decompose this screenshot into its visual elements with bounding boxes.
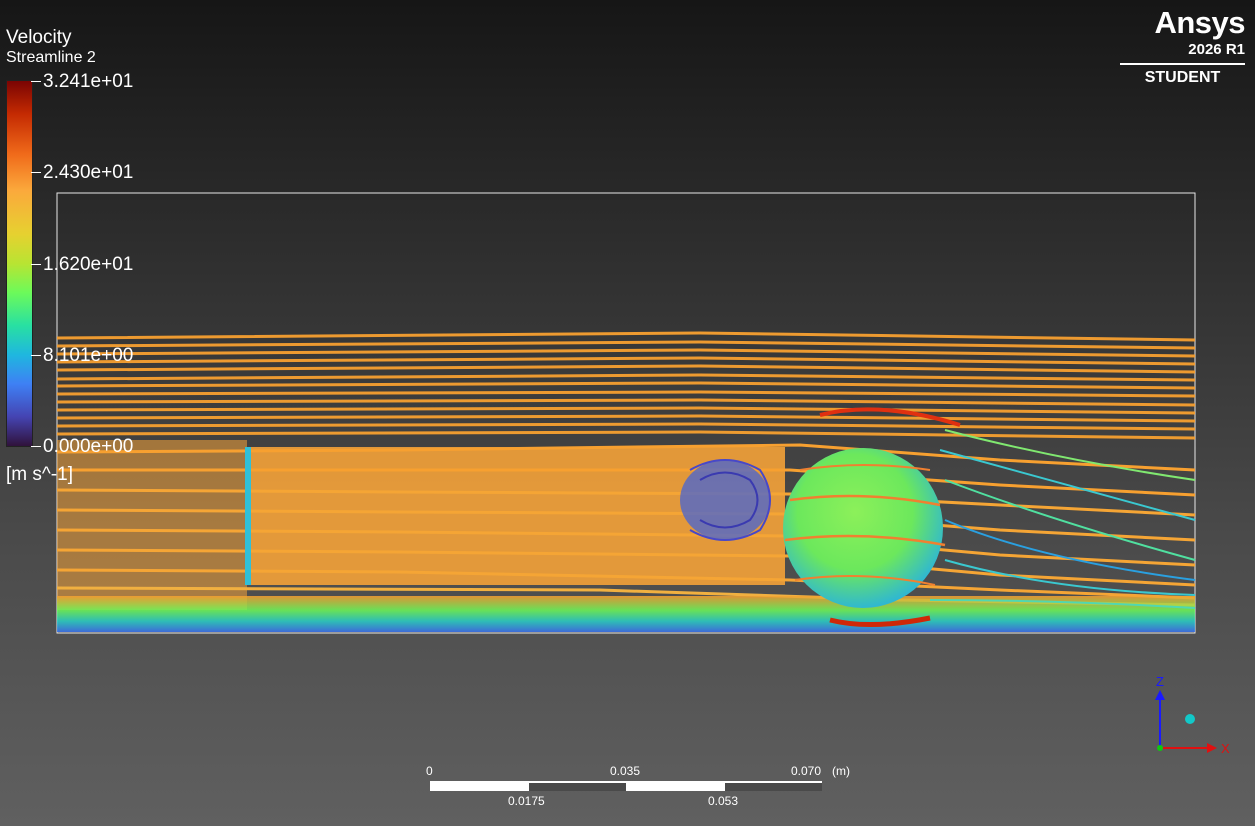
- sphere-body: [783, 448, 943, 608]
- origin-dot-icon: [1157, 745, 1163, 751]
- scale-label-070: 0.070: [791, 764, 822, 778]
- brand-divider: [1120, 63, 1245, 65]
- legend-tick: [31, 264, 41, 265]
- scale-label-0: 0: [426, 764, 433, 778]
- axis-triad[interactable]: Z X: [1140, 670, 1235, 770]
- legend-tick-label: 0.000e+00: [43, 436, 134, 457]
- scale-segment: [725, 783, 822, 791]
- legend-tick-label: 3.241e+01: [43, 71, 134, 92]
- body-region-streamlines: [56, 429, 1196, 632]
- legend-title: Velocity: [6, 27, 72, 48]
- x-axis-label: X: [1221, 741, 1230, 756]
- legend-tick-label: 2.430e+01: [43, 162, 134, 183]
- color-legend-bar[interactable]: [6, 80, 33, 447]
- streamline-viewport[interactable]: [0, 0, 1255, 826]
- scale-segment: [529, 783, 626, 791]
- legend-subtitle: Streamline 2: [6, 49, 96, 66]
- legend-tick: [31, 172, 41, 173]
- scale-bar: 0 0.035 0.070 (m) 0.0175 0.053: [426, 764, 850, 824]
- scale-track: [430, 781, 822, 791]
- legend-tick: [31, 355, 41, 356]
- legend-tick-label: 8.101e+00: [43, 345, 134, 366]
- legend-unit: [m s^-1]: [6, 464, 73, 485]
- legend-tick: [31, 446, 41, 447]
- legend-tick: [31, 81, 41, 82]
- brand-version: 2026 R1: [1188, 41, 1245, 58]
- z-axis-label: Z: [1156, 674, 1164, 689]
- legend-tick-label: 1.620e+01: [43, 254, 134, 275]
- brand-name: Ansys: [1154, 5, 1245, 40]
- x-axis-arrow-icon: [1207, 743, 1217, 753]
- y-axis-dot-icon: [1185, 714, 1195, 724]
- z-axis-arrow-icon: [1155, 690, 1165, 700]
- scale-unit: (m): [832, 764, 850, 778]
- brand-edition: STUDENT: [1144, 69, 1221, 86]
- ansys-logo: Ansys 2026 R1 STUDENT: [1120, 5, 1246, 88]
- scale-label-035: 0.035: [610, 764, 641, 778]
- scale-label-0175: 0.0175: [508, 794, 545, 808]
- scale-label-053: 0.053: [708, 794, 739, 808]
- freestream-streamlines: [56, 331, 1196, 440]
